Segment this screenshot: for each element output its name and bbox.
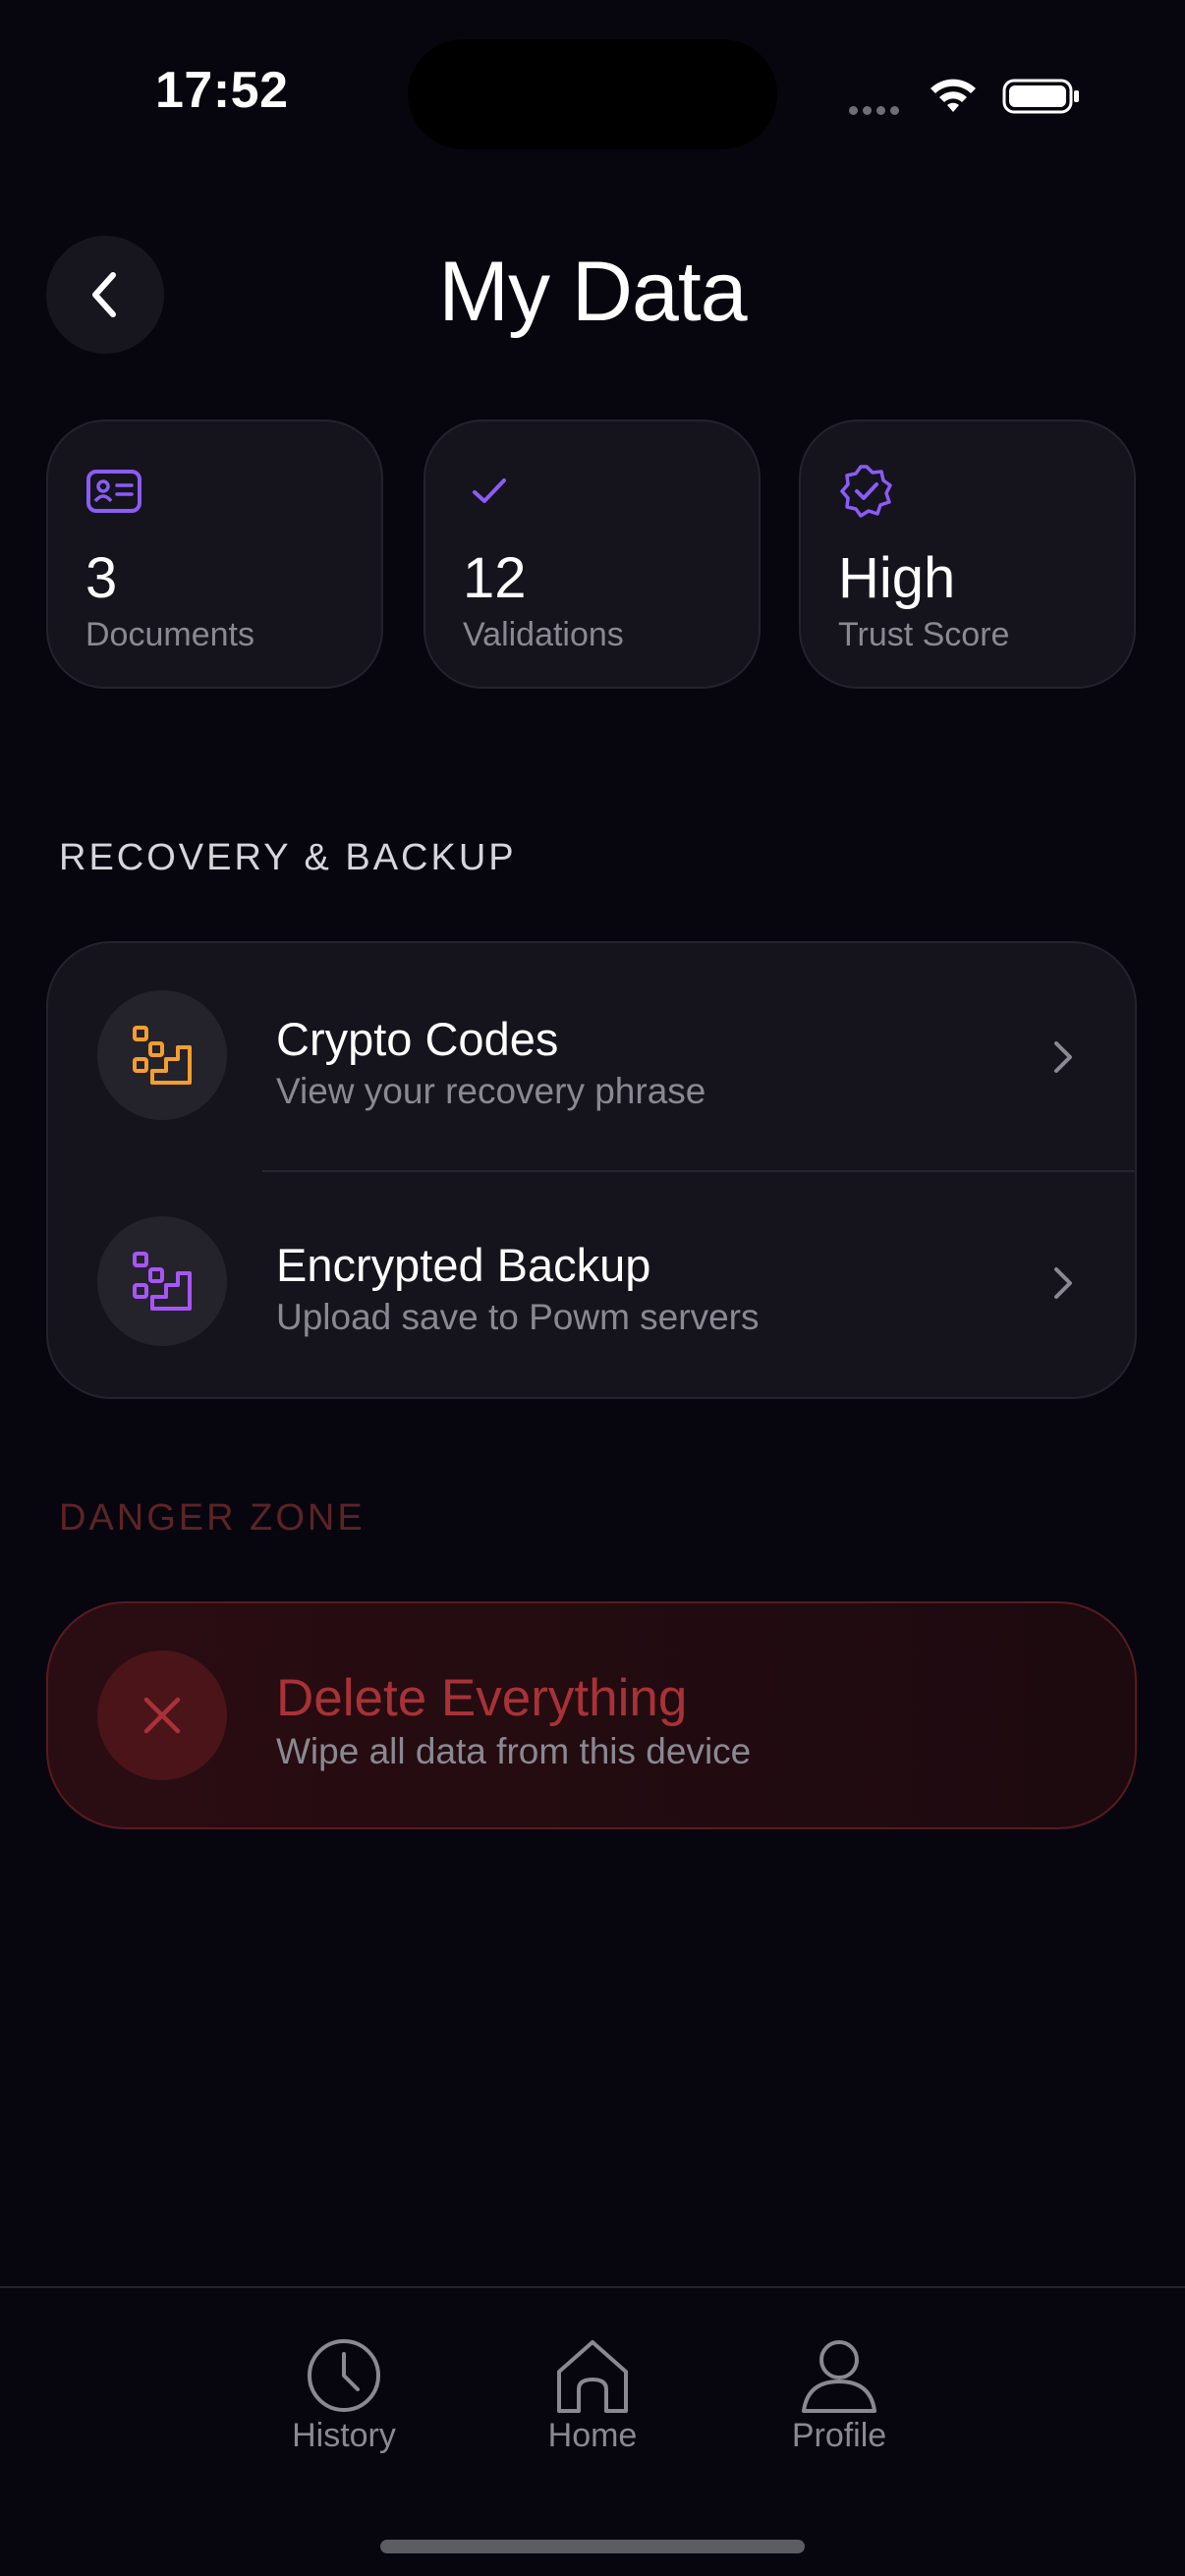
stat-label: Documents [85,616,254,653]
battery-icon [1002,79,1079,114]
home-icon [557,2340,628,2413]
chevron-right-icon [1054,1267,1072,1299]
close-icon [143,1697,181,1734]
recovery-card: Crypto Codes View your recovery phrase E… [46,941,1137,1399]
section-label-danger: DANGER ZONE [59,1497,366,1539]
row-title: Encrypted Backup [276,1239,651,1291]
stat-card-trust-score[interactable]: High Trust Score [799,420,1136,689]
stat-label: Trust Score [838,616,1010,653]
tab-label: Home [547,2417,638,2454]
section-label-recovery: RECOVERY & BACKUP [59,837,517,878]
danger-icon-circle [97,1651,227,1780]
delete-everything-button[interactable]: Delete Everything Wipe all data from thi… [46,1601,1137,1829]
tab-label: History [292,2417,396,2454]
list-item-crypto-codes[interactable]: Crypto Codes View your recovery phrase [48,943,1135,1169]
checkmark-icon [473,478,506,503]
tabbar-divider [0,2286,1185,2288]
stat-value: High [838,546,956,610]
chevron-right-icon [1054,1041,1072,1073]
danger-title: Delete Everything [276,1669,688,1727]
tab-profile[interactable]: Profile [741,2336,937,2455]
signal-dots-icon [849,102,906,115]
tab-label: Profile [791,2417,887,2454]
stat-card-documents[interactable]: 3 Documents [46,420,383,689]
stat-card-validations[interactable]: 12 Validations [423,420,761,689]
person-icon [802,2340,876,2413]
clock-icon [308,2339,380,2412]
backup-steps-icon [133,1252,192,1311]
tab-home[interactable]: Home [494,2336,691,2455]
crypto-steps-icon [133,1026,192,1085]
wifi-icon [931,79,976,112]
row-subtitle: View your recovery phrase [276,1071,706,1111]
stat-label: Validations [463,616,624,653]
list-item-encrypted-backup[interactable]: Encrypted Backup Upload save to Powm ser… [48,1171,1135,1397]
stat-value: 3 [85,546,118,610]
dynamic-island [408,39,777,149]
crypto-icon-circle [97,990,227,1120]
status-time: 17:52 [155,62,289,119]
page-title: My Data [438,245,747,339]
tab-history[interactable]: History [246,2336,442,2455]
row-subtitle: Upload save to Powm servers [276,1297,760,1337]
id-card-icon [86,470,141,513]
row-title: Crypto Codes [276,1013,559,1065]
stat-value: 12 [463,546,527,610]
danger-subtitle: Wipe all data from this device [276,1731,752,1771]
backup-icon-circle [97,1216,227,1346]
verified-badge-icon [840,465,892,518]
home-indicator[interactable] [380,2540,805,2553]
